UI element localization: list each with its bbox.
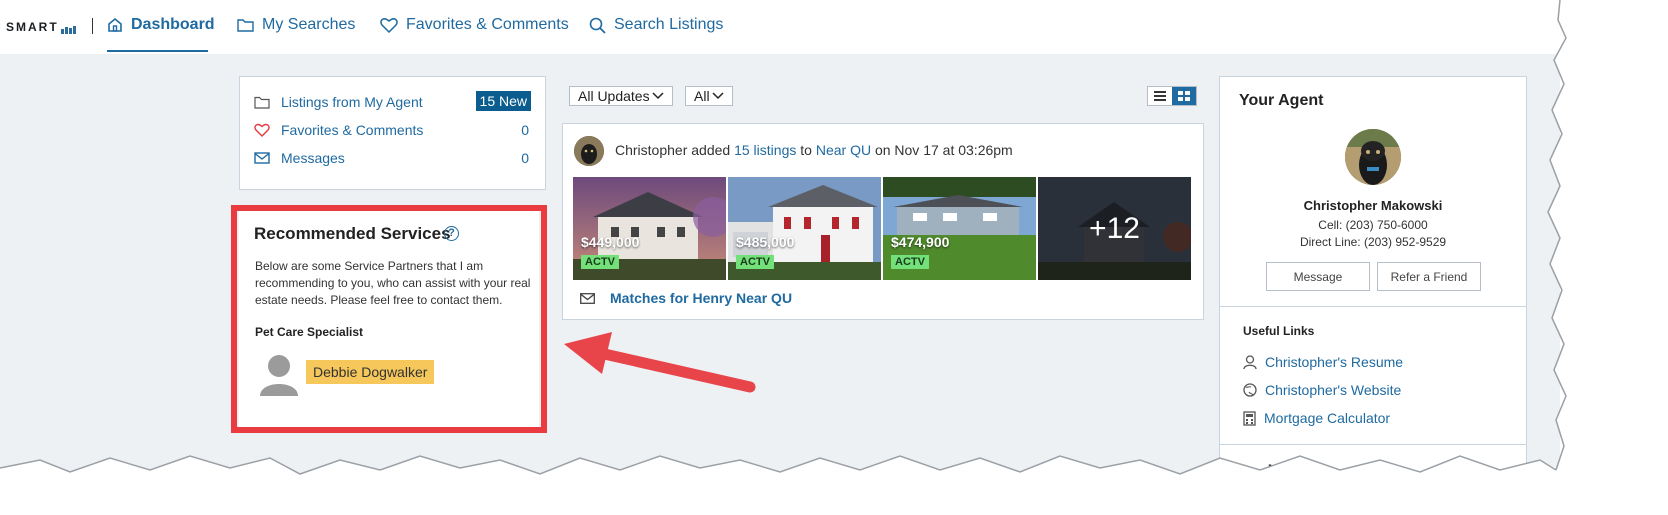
torn-edge-overlay: [0, 0, 1668, 515]
